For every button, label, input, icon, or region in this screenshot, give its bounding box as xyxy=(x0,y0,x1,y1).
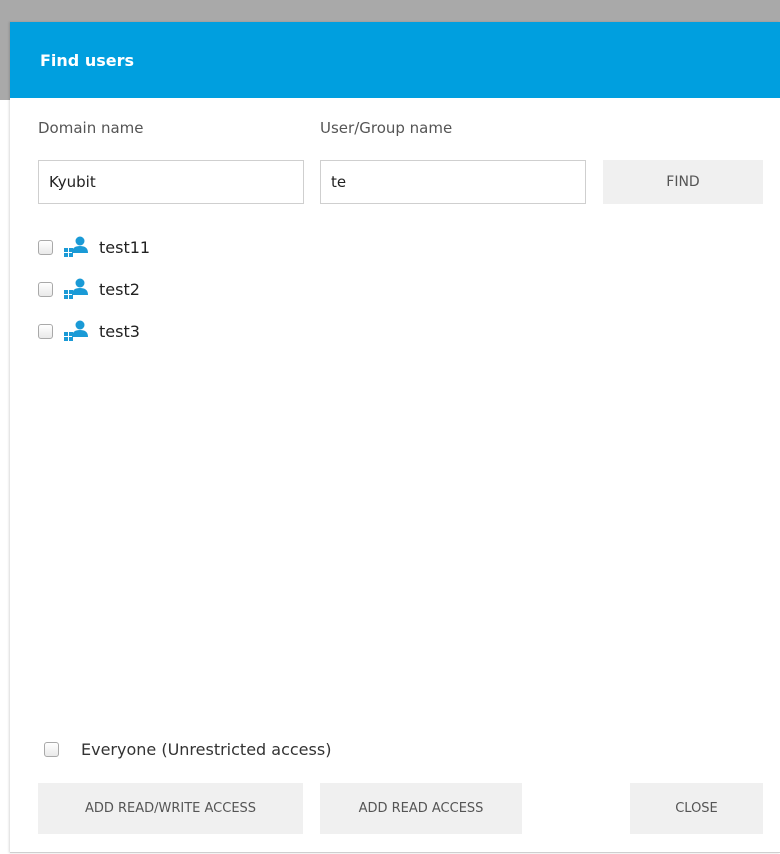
overlay-top xyxy=(0,0,780,22)
everyone-label[interactable]: Everyone (Unrestricted access) xyxy=(81,740,331,759)
find-button[interactable]: FIND xyxy=(603,160,763,204)
result-checkbox[interactable] xyxy=(38,281,53,297)
find-users-dialog: Find users Domain name User/Group name F… xyxy=(10,22,780,853)
result-checkbox[interactable] xyxy=(38,239,53,255)
user-group-icon xyxy=(64,320,88,341)
result-checkbox[interactable] xyxy=(38,323,53,339)
close-button[interactable]: CLOSE xyxy=(630,783,763,834)
results-list: test11 test2 test3 xyxy=(38,226,738,352)
list-item: test11 xyxy=(38,226,738,268)
everyone-checkbox[interactable] xyxy=(44,742,59,757)
dialog-header: Find users xyxy=(10,22,780,98)
user-group-name-input[interactable] xyxy=(320,160,586,204)
domain-name-label: Domain name xyxy=(38,119,144,137)
add-read-access-button[interactable]: ADD READ ACCESS xyxy=(320,783,522,834)
dialog-title: Find users xyxy=(40,50,135,70)
user-group-icon xyxy=(64,278,88,299)
add-read-write-access-button[interactable]: ADD READ/WRITE ACCESS xyxy=(38,783,303,834)
domain-name-input[interactable] xyxy=(38,160,304,204)
overlay-left xyxy=(0,0,10,100)
user-group-icon xyxy=(64,236,88,257)
list-item: test2 xyxy=(38,268,738,310)
result-label[interactable]: test11 xyxy=(99,238,150,257)
result-label[interactable]: test2 xyxy=(99,280,140,299)
user-group-name-label: User/Group name xyxy=(320,119,453,137)
everyone-option: Everyone (Unrestricted access) xyxy=(44,740,331,759)
list-item: test3 xyxy=(38,310,738,352)
result-label[interactable]: test3 xyxy=(99,322,140,341)
